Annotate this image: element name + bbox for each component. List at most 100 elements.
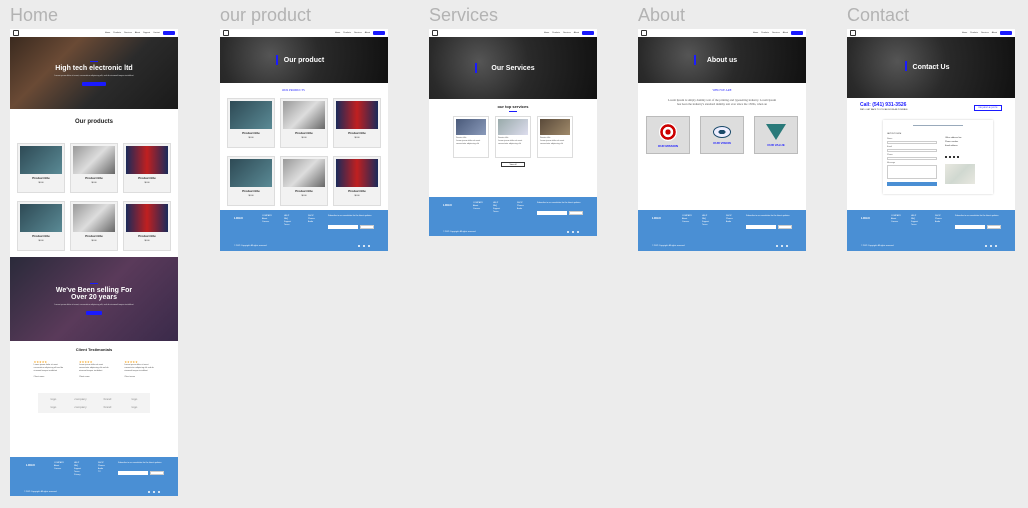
services-hero: Our Services [429, 37, 597, 99]
nav-item[interactable]: Home [335, 32, 340, 34]
newsletter-input[interactable] [328, 225, 358, 229]
nav-item[interactable]: About [783, 32, 788, 34]
nav-item[interactable]: Services [354, 32, 362, 34]
subscribe-button[interactable] [569, 211, 583, 215]
nav-item[interactable]: Services [124, 32, 132, 34]
email-input[interactable] [887, 149, 937, 152]
nav-item[interactable]: About [365, 32, 370, 34]
accent-bar [475, 63, 477, 73]
experience-banner: We've Been selling For Over 20 years Lor… [10, 257, 178, 341]
nav-item[interactable]: Services [563, 32, 571, 34]
nav-item[interactable]: Home [544, 32, 549, 34]
instagram-icon[interactable] [995, 245, 997, 247]
product-card[interactable]: Product title $0.00 [70, 201, 118, 251]
nav-cta-button[interactable] [791, 31, 803, 35]
footer-logo[interactable]: LOGO [443, 203, 452, 207]
logo-icon[interactable] [641, 30, 647, 36]
instagram-icon[interactable] [786, 245, 788, 247]
newsletter-input[interactable] [955, 225, 985, 229]
product-card[interactable]: Product title $0.00 [280, 156, 328, 206]
twitter-icon[interactable] [990, 245, 992, 247]
nav-cta-button[interactable] [1000, 31, 1012, 35]
nav-item[interactable]: About [992, 32, 997, 34]
instagram-icon[interactable] [577, 231, 579, 233]
nav-links: Home Products Services About [753, 31, 803, 35]
send-button[interactable] [887, 182, 937, 186]
product-card[interactable]: Product title $0.00 [17, 143, 65, 193]
service-card[interactable]: Service title Lorem ipsum dolor sit amet … [453, 116, 489, 158]
nav-item[interactable]: About [574, 32, 579, 34]
newsletter-input[interactable] [746, 225, 776, 229]
facebook-icon[interactable] [358, 245, 360, 247]
about-hero: About us [638, 37, 806, 83]
instagram-icon[interactable] [158, 491, 160, 493]
newsletter-input[interactable] [118, 471, 148, 475]
nav-item[interactable]: Products [970, 32, 978, 34]
logo-icon[interactable] [850, 30, 856, 36]
newsletter-input[interactable] [537, 211, 567, 215]
instagram-icon[interactable] [368, 245, 370, 247]
facebook-icon[interactable] [985, 245, 987, 247]
nav-item[interactable]: Services [981, 32, 989, 34]
footer-logo[interactable]: LOGO [26, 463, 35, 467]
nav-cta-button[interactable] [373, 31, 385, 35]
product-card[interactable]: Product title $0.00 [227, 156, 275, 206]
facebook-icon[interactable] [945, 156, 947, 158]
nav-cta-button[interactable] [163, 31, 175, 35]
nav-item[interactable]: Contact [153, 32, 160, 34]
nav-item[interactable]: Products [343, 32, 351, 34]
linkedin-icon[interactable] [957, 156, 959, 158]
subscribe-button[interactable] [150, 471, 164, 475]
map-image[interactable] [945, 164, 975, 184]
quote-button[interactable]: REQUEST A QUOTE [974, 105, 1002, 111]
phone-number[interactable]: Call: (541) 931-3526 [860, 102, 906, 108]
banner-button[interactable] [86, 311, 102, 315]
product-card[interactable]: Product title $0.00 [123, 201, 171, 251]
nav-item[interactable]: Products [761, 32, 769, 34]
nav-item[interactable]: Home [105, 32, 110, 34]
twitter-icon[interactable] [572, 231, 574, 233]
product-card[interactable]: Product title $0.00 [280, 98, 328, 148]
service-card[interactable]: Service title Lorem ipsum dolor sit amet … [495, 116, 531, 158]
footer-logo[interactable]: LOGO [652, 216, 661, 220]
nav-cta-button[interactable] [582, 31, 594, 35]
logo-icon[interactable] [223, 30, 229, 36]
subscribe-button[interactable] [778, 225, 792, 229]
facebook-icon[interactable] [148, 491, 150, 493]
nav-item[interactable]: Products [552, 32, 560, 34]
hero-button[interactable] [82, 81, 106, 86]
product-card[interactable]: Product title $0.00 [123, 143, 171, 193]
product-card[interactable]: Product title $0.00 [333, 98, 381, 148]
message-textarea[interactable] [887, 165, 937, 179]
nav-item[interactable]: Support [143, 32, 150, 34]
nav-item[interactable]: About [135, 32, 140, 34]
facebook-icon[interactable] [776, 245, 778, 247]
services-title: our top services [497, 104, 529, 109]
view-all-button[interactable]: View all [501, 162, 525, 167]
subscribe-button[interactable] [360, 225, 374, 229]
twitter-icon[interactable] [153, 491, 155, 493]
product-card[interactable]: Product title $0.00 [17, 201, 65, 251]
service-card[interactable]: Service title Lorem ipsum dolor sit amet … [537, 116, 573, 158]
product-card[interactable]: Product title $0.00 [70, 143, 118, 193]
footer-logo[interactable]: LOGO [861, 216, 870, 220]
logo-icon[interactable] [432, 30, 438, 36]
instagram-icon[interactable] [953, 156, 955, 158]
nav-item[interactable]: Products [113, 32, 121, 34]
phone-input[interactable] [887, 157, 937, 160]
facebook-icon[interactable] [567, 231, 569, 233]
subscribe-button[interactable] [987, 225, 1001, 229]
twitter-icon[interactable] [781, 245, 783, 247]
nav-item[interactable]: Services [772, 32, 780, 34]
nav-item[interactable]: Home [753, 32, 758, 34]
nav-item[interactable]: Home [962, 32, 967, 34]
footer-logo[interactable]: LOGO [234, 216, 243, 220]
product-card[interactable]: Product title $0.00 [333, 156, 381, 206]
frame-label-about: About [638, 5, 686, 25]
logo-icon[interactable] [13, 30, 19, 36]
testimonial-text: Lorem ipsum dolor sit amet consectetur a… [124, 364, 154, 372]
name-input[interactable] [887, 141, 937, 144]
twitter-icon[interactable] [949, 156, 951, 158]
twitter-icon[interactable] [363, 245, 365, 247]
product-card[interactable]: Product title $0.00 [227, 98, 275, 148]
